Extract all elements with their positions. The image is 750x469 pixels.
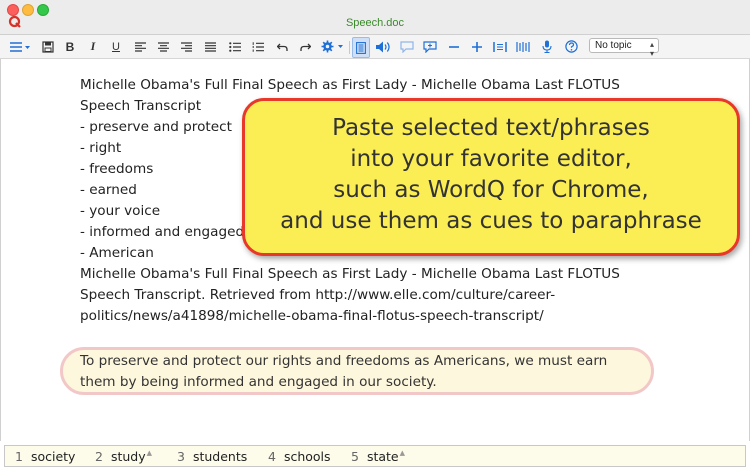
spacing-icon[interactable] [492,37,508,56]
document-line: Michelle Obama's Full Final Speech as Fi… [80,77,620,93]
topic-select-value: No topic [595,40,632,51]
add-comment-icon[interactable] [422,37,438,56]
columns-icon[interactable] [515,37,531,56]
prediction-number: 5 [351,449,359,464]
title-bar: Speech.doc [0,0,750,35]
plus-icon[interactable] [469,37,485,56]
align-left-icon[interactable] [133,37,147,56]
help-icon[interactable] [563,37,579,56]
document-line: Speech Transcript. Retrieved from http:/… [80,287,556,303]
read-icon[interactable] [352,37,370,58]
prediction-number: 2 [95,449,103,464]
bullets-icon[interactable] [228,37,242,56]
minus-icon[interactable] [446,37,462,56]
app-window: Speech.doc B I U No topic ▴ ▾ Michelle O… [0,0,750,469]
save-icon[interactable] [40,37,56,56]
italic-icon[interactable]: I [86,37,100,56]
toolbar-divider [349,41,350,54]
prediction-item[interactable]: 3 students [177,449,247,464]
prediction-number: 1 [15,449,23,464]
callout-line: Paste selected text/phrases [332,115,650,141]
microphone-icon[interactable] [539,37,555,56]
redo-icon[interactable] [298,37,312,56]
window-title: Speech.doc [345,17,405,29]
callout-line: and use them as cues to paraphrase [280,208,702,234]
prediction-item[interactable]: 4 schools [268,449,331,464]
callout-line: into your favorite editor, [350,146,632,172]
settings-icon[interactable] [320,37,346,56]
prediction-word: society [30,449,76,464]
align-right-icon[interactable] [179,37,193,56]
prediction-item[interactable]: 2 study▲ [95,449,152,464]
align-center-icon[interactable] [156,37,170,56]
expand-icon: ▲ [146,449,153,457]
underline-icon[interactable]: U [109,37,123,56]
select-arrows-icon: ▴ ▾ [649,40,654,58]
callout-text: Paste selected text/phrases into your fa… [242,113,740,237]
callout-line: such as WordQ for Chrome, [333,177,649,203]
paraphrase-line: them by being informed and engaged in ou… [80,374,437,390]
prediction-word: state [366,449,399,464]
menu-icon[interactable] [8,37,32,56]
bold-icon[interactable]: B [63,37,77,56]
prediction-number: 4 [268,449,276,464]
paraphrase-paragraph[interactable]: To preserve and protect our rights and f… [80,351,660,393]
expand-icon: ▲ [399,449,406,457]
minimize-window-button[interactable] [22,4,34,16]
prediction-word: students [192,449,248,464]
numbered-list-icon[interactable] [251,37,265,56]
document-line: politics/news/a41898/michelle-obama-fina… [80,308,544,324]
prediction-word: schools [283,449,331,464]
document-line: Michelle Obama's Full Final Speech as Fi… [80,266,620,282]
speak-icon[interactable] [374,37,392,56]
prediction-item[interactable]: 1 society [15,449,75,464]
paraphrase-line: To preserve and protect our rights and f… [80,353,608,369]
topic-select[interactable]: No topic ▴ ▾ [589,38,659,58]
comment-icon[interactable] [399,37,415,56]
prediction-word: study [110,449,146,464]
undo-icon[interactable] [275,37,289,56]
word-prediction-bar: 1 society 2 study▲ 3 students 4 schools 5 sta… [4,445,746,467]
justify-icon[interactable] [203,37,217,56]
prediction-number: 3 [177,449,185,464]
zoom-window-button[interactable] [37,4,49,16]
prediction-item[interactable]: 5 state▲ [351,449,405,464]
